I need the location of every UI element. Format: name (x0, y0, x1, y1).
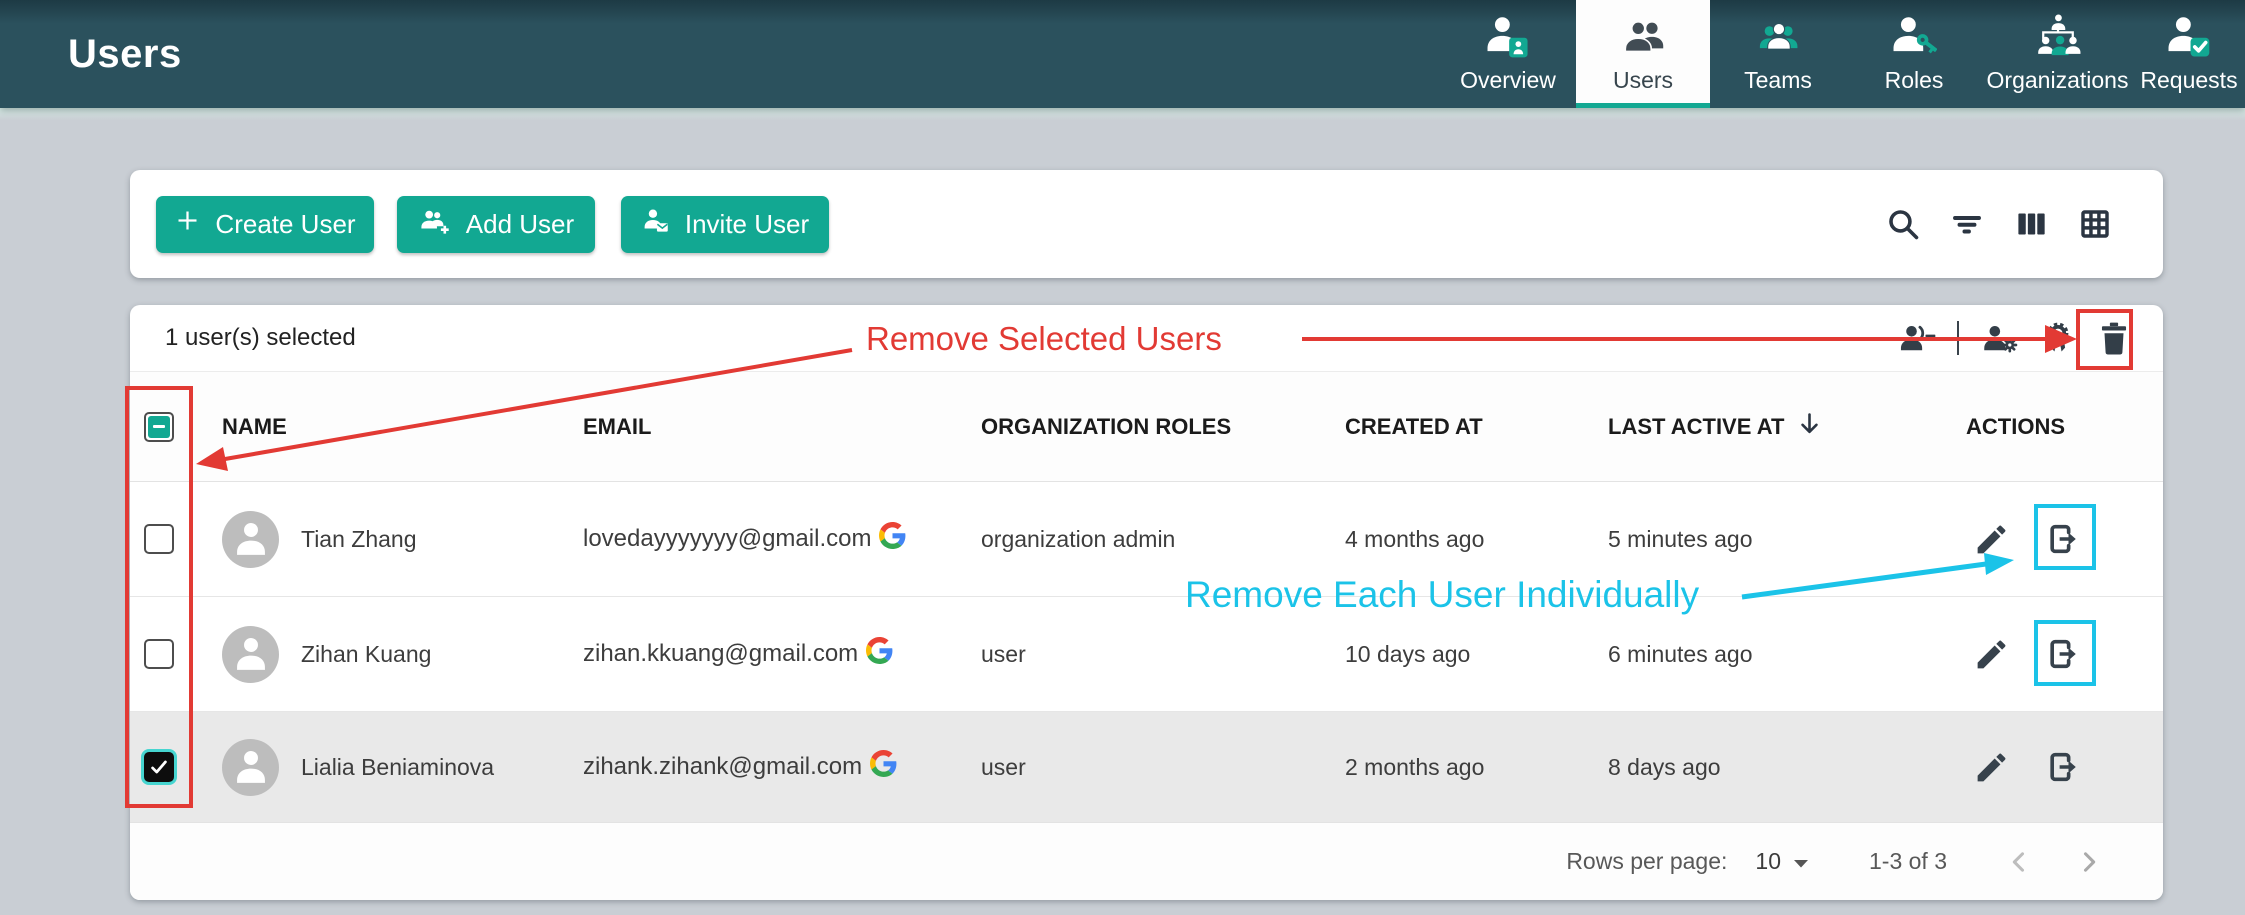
last-active-at: 8 days ago (1600, 754, 1955, 781)
rows-per-page-label: Rows per page: (1566, 848, 1727, 875)
people-group-icon (1754, 14, 1802, 60)
rows-per-page-value: 10 (1755, 848, 1781, 875)
created-at: 10 days ago (1340, 641, 1600, 668)
bulk-divider (1957, 321, 1959, 355)
table-header: NAME EMAIL ORGANIZATION ROLES CREATED AT… (130, 372, 2163, 482)
column-header-actions: ACTIONS (1955, 414, 2163, 440)
row-checkbox[interactable] (144, 524, 174, 554)
google-icon (879, 522, 906, 556)
column-header-name[interactable]: NAME (210, 414, 575, 440)
filter-icon[interactable] (1949, 206, 1985, 242)
user-name: Lialia Beniaminova (301, 754, 494, 781)
edit-pencil-icon[interactable] (1973, 521, 2010, 558)
tab-label: Roles (1885, 67, 1944, 94)
person-minus-icon[interactable] (1895, 321, 1937, 355)
topbar-glow (0, 108, 2245, 120)
google-icon (866, 637, 893, 671)
user-role: user (975, 641, 1340, 668)
grid-icon[interactable] (2077, 206, 2113, 242)
last-active-at: 6 minutes ago (1600, 641, 1955, 668)
user-email: zihank.zihank@gmail.com (583, 753, 862, 781)
tab-label: Overview (1460, 67, 1556, 94)
column-header-organization-roles[interactable]: ORGANIZATION ROLES (975, 414, 1340, 440)
tab-organizations[interactable]: Organizations (1982, 0, 2133, 108)
user-name: Zihan Kuang (301, 641, 431, 668)
page-title: Users (68, 32, 182, 77)
column-header-last-active-at[interactable]: LAST ACTIVE AT (1600, 410, 1955, 443)
columns-icon[interactable] (2013, 206, 2049, 242)
button-label: Add User (466, 209, 574, 240)
select-all-checkbox[interactable] (144, 412, 174, 442)
next-page-chevron-icon[interactable] (2075, 848, 2103, 876)
user-name: Tian Zhang (301, 526, 417, 553)
invite-user-button[interactable]: Invite User (621, 196, 829, 253)
tab-label: Requests (2140, 67, 2237, 94)
prev-page-chevron-icon[interactable] (2005, 848, 2033, 876)
avatar (222, 739, 279, 796)
people-plus-icon (418, 207, 452, 242)
person-gear-icon[interactable] (1979, 321, 2021, 355)
users-table-card: 1 user(s) selected NAME EMAIL ORGANIZATI… (130, 305, 2163, 900)
trash-icon[interactable] (2095, 319, 2133, 357)
table-row[interactable]: Tian Zhang lovedayyyyyyy@gmail.com organ… (130, 482, 2163, 597)
button-label: Create User (215, 209, 355, 240)
user-email: lovedayyyyyyy@gmail.com (583, 525, 871, 553)
person-check-icon (2166, 14, 2212, 60)
tab-label: Users (1613, 67, 1673, 94)
person-envelope-icon (641, 207, 671, 242)
tab-roles[interactable]: Roles (1846, 0, 1982, 108)
tab-overview[interactable]: Overview (1440, 0, 1576, 108)
tab-label: Organizations (1987, 67, 2129, 94)
last-active-at: 5 minutes ago (1600, 526, 1955, 553)
top-navbar: Users Overview Users Teams Roles (0, 0, 2245, 108)
person-key-icon (1891, 14, 1937, 60)
bulk-tools (1895, 319, 2133, 357)
user-email: zihan.kkuang@gmail.com (583, 640, 858, 668)
main-nav: Overview Users Teams Roles Organizations (1440, 0, 2245, 108)
people-icon (1619, 14, 1667, 60)
row-checkbox[interactable] (144, 639, 174, 669)
row-checkbox[interactable] (144, 752, 174, 782)
plus-icon (174, 207, 201, 241)
table-row[interactable]: Lialia Beniaminova zihank.zihank@gmail.c… (130, 712, 2163, 822)
column-header-label: LAST ACTIVE AT (1608, 414, 1784, 440)
column-header-email[interactable]: EMAIL (575, 414, 975, 440)
caret-down-icon (1793, 848, 1809, 875)
rows-per-page-select[interactable]: 10 (1755, 848, 1809, 875)
remove-user-icon[interactable] (2043, 748, 2081, 786)
table-footer: Rows per page: 10 1-3 of 3 (130, 822, 2163, 900)
tab-label: Teams (1744, 67, 1812, 94)
table-row[interactable]: Zihan Kuang zihan.kkuang@gmail.com user … (130, 597, 2163, 712)
pagination-range: 1-3 of 3 (1869, 848, 1947, 875)
actions-card: Create User Add User Invite User (130, 170, 2163, 278)
edit-pencil-icon[interactable] (1973, 636, 2010, 673)
button-label: Invite User (685, 209, 809, 240)
add-user-button[interactable]: Add User (397, 196, 595, 253)
avatar (222, 511, 279, 568)
person-badge-icon (1485, 14, 1531, 60)
org-hierarchy-icon (2034, 14, 2082, 60)
ribbon-badge-icon[interactable] (2041, 320, 2075, 356)
create-user-button[interactable]: Create User (156, 196, 374, 253)
view-tools (1885, 206, 2113, 242)
remove-user-icon[interactable] (2043, 635, 2081, 673)
sort-desc-arrow-icon (1796, 410, 1823, 443)
avatar (222, 626, 279, 683)
search-icon[interactable] (1885, 206, 1921, 242)
tab-users[interactable]: Users (1576, 0, 1710, 108)
column-header-created-at[interactable]: CREATED AT (1340, 414, 1600, 440)
created-at: 2 months ago (1340, 754, 1600, 781)
created-at: 4 months ago (1340, 526, 1600, 553)
tab-requests[interactable]: Requests (2133, 0, 2245, 108)
user-role: organization admin (975, 526, 1340, 553)
tab-teams[interactable]: Teams (1710, 0, 1846, 108)
selection-count-text: 1 user(s) selected (165, 324, 356, 352)
user-role: user (975, 754, 1340, 781)
google-icon (870, 750, 897, 784)
selection-toolbar: 1 user(s) selected (130, 305, 2163, 372)
edit-pencil-icon[interactable] (1973, 749, 2010, 786)
remove-user-icon[interactable] (2043, 520, 2081, 558)
